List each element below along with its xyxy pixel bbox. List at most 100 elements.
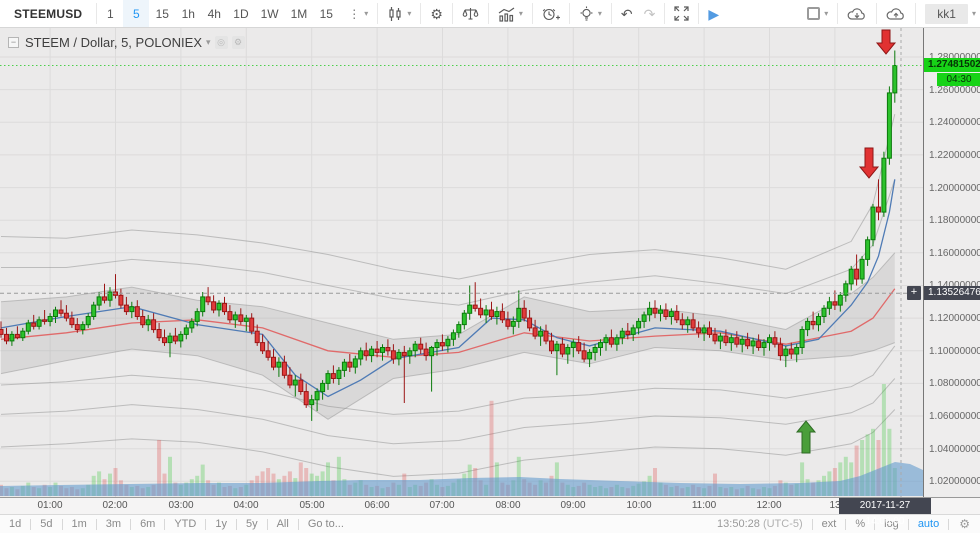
- bottom-toolbar: 1d 5d 1m 3m 6m YTD 1y 5y All Go to... 13:50:28 (…: [0, 514, 980, 533]
- price-tick-label: 1.18000000: [929, 215, 980, 226]
- lightbulb-icon: [580, 6, 593, 21]
- trading-chart-app: STEEMUSD 1 5 15 1h 4h 1D 1W 1M 15 ⋮ ▾ ▾ ⚙: [0, 0, 980, 533]
- play-icon: ▶: [708, 5, 720, 22]
- range-button-5d[interactable]: 5d: [31, 518, 61, 530]
- fullscreen-button[interactable]: [665, 0, 698, 27]
- auto-scale-toggle[interactable]: auto: [909, 518, 948, 530]
- scales-icon: [462, 7, 479, 20]
- kebab-icon: ⋮: [348, 6, 361, 21]
- chart-style-button[interactable]: ▾: [378, 0, 420, 27]
- interval-button-5[interactable]: 5: [123, 0, 150, 27]
- time-tick-label: 12:00: [756, 500, 782, 511]
- range-button-All[interactable]: All: [268, 518, 298, 530]
- layout-grid-icon: [807, 7, 821, 20]
- interval-button-1M[interactable]: 1M: [285, 0, 314, 27]
- volume-ma-area: [0, 462, 923, 496]
- interval-button-1h[interactable]: 1h: [175, 0, 201, 27]
- range-button-6m[interactable]: 6m: [131, 518, 164, 530]
- time-tick-label: 01:00: [37, 500, 63, 511]
- time-axis[interactable]: 13 12:00 11:00 10:00 09:00 08:00 07:00 06:00 05:…: [0, 497, 980, 527]
- ideas-button[interactable]: ▾: [570, 0, 611, 27]
- chevron-down-icon: ▾: [206, 37, 211, 47]
- redo-button[interactable]: ↷: [642, 0, 665, 27]
- range-button-1m[interactable]: 1m: [63, 518, 96, 530]
- undo-button[interactable]: ↶: [612, 0, 642, 27]
- price-tick-label: 1.06000000: [929, 411, 980, 422]
- time-tick-label: 08:00: [495, 500, 521, 511]
- range-button-1d[interactable]: 1d: [0, 518, 30, 530]
- fullscreen-icon: [674, 6, 689, 21]
- time-tick-label: 07:00: [429, 500, 455, 511]
- price-tick-label: 1.24000000: [929, 117, 980, 128]
- settings-button[interactable]: ⚙: [421, 0, 452, 27]
- range-group: 1d 5d 1m 3m 6m YTD 1y 5y All: [0, 518, 299, 530]
- price-tick-label: 1.20000000: [929, 183, 980, 194]
- last-price-label: 1.27481502: [924, 58, 980, 72]
- chevron-down-icon: ▾: [971, 9, 976, 18]
- range-button-3m[interactable]: 3m: [97, 518, 130, 530]
- add-alert-button[interactable]: [533, 0, 569, 27]
- candlestick-icon: [389, 6, 401, 21]
- redo-icon: ↷: [643, 5, 656, 22]
- chevron-down-icon: ▾: [597, 9, 602, 18]
- cloud-download-icon: [847, 7, 866, 20]
- symbol-button[interactable]: STEEMUSD: [0, 0, 96, 27]
- chart-area: − STEEM / Dollar, 5, POLONIEX ▾ ◎ ⚙ 1.27…: [0, 28, 980, 497]
- interval-menu-button[interactable]: ⋮ ▾: [339, 0, 377, 27]
- layout-name-button[interactable]: kk1 ▾: [916, 0, 980, 27]
- time-tick-label: 09:00: [560, 500, 586, 511]
- indicators-button[interactable]: ▾: [489, 0, 532, 27]
- extended-hours-toggle[interactable]: ext: [813, 518, 846, 530]
- compare-button[interactable]: [453, 0, 488, 27]
- clock-timezone: (UTC-5): [762, 518, 803, 530]
- price-tick-label: 1.08000000: [929, 378, 980, 389]
- price-tick-label: 1.26000000: [929, 85, 980, 96]
- gear-icon: ⚙: [430, 5, 443, 22]
- bar-countdown-label: 04:30: [937, 73, 980, 86]
- time-tick-label: 02:00: [102, 500, 128, 511]
- goto-button[interactable]: Go to...: [299, 518, 353, 530]
- time-tick-label: 10:00: [626, 500, 652, 511]
- price-tick-label: 1.10000000: [929, 346, 980, 357]
- interval-button-15[interactable]: 15: [313, 0, 339, 27]
- alert-clock-icon: [542, 8, 560, 20]
- interval-button-15[interactable]: 15: [149, 0, 175, 27]
- time-tick-label: 11:00: [691, 500, 717, 511]
- interval-button-1[interactable]: 1: [97, 0, 123, 27]
- price-axis[interactable]: 1.27481502 04:30 1.13526476 + 1.28000000…: [907, 28, 980, 497]
- layout-name-label: kk1: [925, 3, 968, 24]
- interval-button-4h[interactable]: 4h: [201, 0, 227, 27]
- price-tick-label: 1.16000000: [929, 248, 980, 259]
- interval-button-1D[interactable]: 1D: [227, 0, 254, 27]
- chevron-down-icon: ▾: [364, 9, 369, 18]
- interval-group: 1 5 15 1h 4h 1D 1W 1M 15: [97, 0, 339, 27]
- time-tick-label: 03:00: [168, 500, 194, 511]
- time-tick-label: 04:00: [233, 500, 259, 511]
- crosshair-date-label: 2017-11-27 14:00:00: [839, 498, 931, 527]
- time-tick-label: 05:00: [299, 500, 325, 511]
- price-tick-label: 1.12000000: [929, 313, 980, 324]
- envelope-line-5: [0, 409, 896, 477]
- arrow-down-annotation[interactable]: [858, 147, 880, 179]
- series-style-icon[interactable]: ◎: [214, 36, 228, 49]
- layout-select-button[interactable]: ▾: [798, 0, 837, 27]
- clock-label[interactable]: 13:50:28 (UTC-5): [708, 518, 812, 530]
- publish-button[interactable]: ▶: [699, 0, 728, 27]
- arrow-down-annotation[interactable]: [875, 29, 897, 55]
- save-layout-button[interactable]: [877, 0, 915, 27]
- range-button-1y[interactable]: 1y: [206, 518, 236, 530]
- axis-settings-gear-icon[interactable]: ⚙: [949, 517, 980, 531]
- interval-button-1W[interactable]: 1W: [255, 0, 285, 27]
- clock-time: 13:50:28: [717, 518, 760, 530]
- collapse-icon[interactable]: −: [8, 37, 19, 48]
- series-settings-icon[interactable]: ⚙: [231, 36, 245, 49]
- top-toolbar: STEEMUSD 1 5 15 1h 4h 1D 1W 1M 15 ⋮ ▾ ▾ ⚙: [0, 0, 980, 28]
- range-button-5y[interactable]: 5y: [237, 518, 267, 530]
- price-level-label: 1.13526476: [924, 286, 980, 300]
- range-button-YTD[interactable]: YTD: [165, 518, 205, 530]
- load-layout-button[interactable]: [838, 0, 876, 27]
- add-order-plus-button[interactable]: +: [907, 286, 921, 300]
- price-chart-canvas[interactable]: [0, 28, 923, 497]
- chart-title[interactable]: STEEM / Dollar, 5, POLONIEX: [25, 35, 202, 50]
